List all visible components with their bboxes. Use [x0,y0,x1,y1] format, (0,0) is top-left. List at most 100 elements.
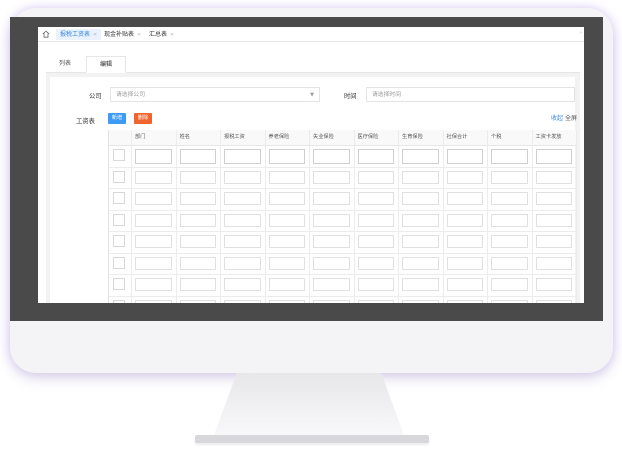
table-cell-input[interactable] [179,278,216,291]
table-cell-input[interactable] [535,213,572,227]
collapse-button[interactable]: 收起 [551,115,563,122]
table-cell-input[interactable] [179,235,216,248]
add-button[interactable]: 新增 [108,113,126,124]
table-cell-input[interactable] [268,192,305,205]
table-cell-input[interactable] [224,235,261,248]
table-cell-input[interactable] [268,299,305,303]
table-cell-input[interactable] [402,256,439,270]
table-cell-input[interactable] [313,299,350,303]
table-cell-input[interactable] [268,235,305,248]
column-header[interactable]: 个税 [487,130,501,145]
table-cell-input[interactable] [402,278,439,291]
table-cell-input[interactable] [268,213,305,227]
table-cell-input[interactable] [491,192,528,205]
table-cell-input[interactable] [535,235,572,248]
table-cell-input[interactable] [135,299,172,303]
table-cell-input[interactable] [135,192,172,205]
time-input[interactable]: 请选择时间 [366,87,575,102]
table-cell-input[interactable] [402,235,439,248]
table-cell-input[interactable] [313,256,350,270]
select-all-checkbox[interactable] [113,149,125,161]
table-cell-input[interactable] [179,299,216,303]
table-cell-input[interactable] [224,170,261,184]
column-header[interactable]: 失业保险 [309,130,334,145]
column-header[interactable]: 姓名 [176,130,190,145]
row-checkbox[interactable] [113,170,125,183]
table-cell-input[interactable] [535,278,572,291]
filter-input[interactable] [224,149,261,164]
table-cell-input[interactable] [224,299,261,303]
table-cell-input[interactable] [357,299,394,303]
table-cell-input[interactable] [224,278,261,291]
tab-tax-payroll[interactable]: 报税工资表 ✕ [56,29,102,40]
table-cell-input[interactable] [357,213,394,227]
table-cell-input[interactable] [135,170,172,184]
row-checkbox[interactable] [113,192,125,204]
table-cell-input[interactable] [446,235,483,248]
row-checkbox[interactable] [113,235,125,247]
table-cell-input[interactable] [313,213,350,227]
filter-input[interactable] [402,149,439,164]
table-cell-input[interactable] [446,278,483,291]
column-header[interactable]: 医疗保险 [354,130,379,145]
filter-input[interactable] [268,149,305,164]
delete-button[interactable]: 删除 [134,113,152,124]
table-cell-input[interactable] [224,256,261,270]
chevron-right-icon[interactable]: › [580,30,582,36]
table-cell-input[interactable] [313,235,350,248]
table-cell-input[interactable] [402,299,439,303]
close-icon[interactable]: ✕ [137,32,141,38]
table-cell-input[interactable] [357,256,394,270]
tab-cash-subsidy[interactable]: 现金补贴表 ✕ [104,29,141,40]
table-cell-input[interactable] [402,170,439,184]
table-cell-input[interactable] [135,278,172,291]
filter-input[interactable] [179,149,216,164]
tab-edit[interactable]: 编辑 [86,56,126,73]
table-cell-input[interactable] [135,235,172,248]
row-checkbox[interactable] [113,256,125,269]
table-cell-input[interactable] [268,278,305,291]
table-cell-input[interactable] [179,192,216,205]
column-header[interactable]: 报税工资 [220,130,245,145]
table-cell-input[interactable] [357,235,394,248]
filter-input[interactable] [135,149,172,164]
close-icon[interactable]: ✕ [170,32,174,38]
table-cell-input[interactable] [491,235,528,248]
table-cell-input[interactable] [268,256,305,270]
table-cell-input[interactable] [446,170,483,184]
row-checkbox[interactable] [113,278,125,290]
table-cell-input[interactable] [491,256,528,270]
table-cell-input[interactable] [535,192,572,205]
table-cell-input[interactable] [179,256,216,270]
table-cell-input[interactable] [535,256,572,270]
table-cell-input[interactable] [491,278,528,291]
table-cell-input[interactable] [224,213,261,227]
tab-list[interactable]: 列表 [46,56,84,72]
table-cell-input[interactable] [224,192,261,205]
row-checkbox[interactable] [113,299,125,303]
table-cell-input[interactable] [357,278,394,291]
home-icon[interactable] [42,30,50,38]
table-cell-input[interactable] [446,299,483,303]
table-cell-input[interactable] [135,256,172,270]
table-cell-input[interactable] [491,299,528,303]
table-cell-input[interactable] [446,256,483,270]
table-cell-input[interactable] [535,170,572,184]
company-select[interactable]: 请选择公司 ▼ [110,87,320,102]
table-cell-input[interactable] [313,278,350,291]
table-cell-input[interactable] [179,170,216,184]
filter-input[interactable] [357,149,394,164]
table-cell-input[interactable] [135,213,172,227]
table-cell-input[interactable] [179,213,216,227]
filter-input[interactable] [313,149,350,164]
filter-input[interactable] [446,149,483,164]
filter-input[interactable] [535,149,572,164]
column-header[interactable]: 工资卡发放 [532,130,562,145]
table-cell-input[interactable] [313,170,350,184]
table-cell-input[interactable] [402,192,439,205]
column-header[interactable]: 养老保险 [265,130,290,145]
fullscreen-button[interactable]: 全屏 [565,115,577,122]
table-cell-input[interactable] [313,192,350,205]
filter-input[interactable] [491,149,528,164]
table-cell-input[interactable] [357,192,394,205]
